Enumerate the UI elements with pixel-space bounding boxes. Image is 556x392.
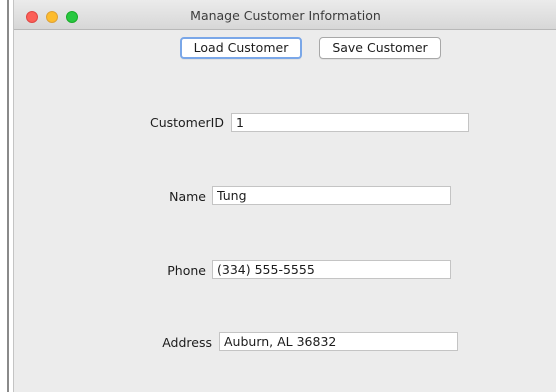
save-customer-button[interactable]: Save Customer [319, 37, 441, 59]
name-input[interactable] [212, 186, 451, 205]
load-customer-button[interactable]: Load Customer [180, 37, 302, 59]
phone-input[interactable] [212, 260, 451, 279]
address-input[interactable] [219, 332, 458, 351]
app-window: Manage Customer Information Load Custome… [13, 0, 556, 392]
left-divider [7, 0, 9, 392]
window-title: Manage Customer Information [190, 8, 381, 23]
customer-id-label: CustomerID [149, 115, 224, 130]
customer-id-input[interactable] [231, 113, 469, 132]
phone-label: Phone [167, 263, 206, 278]
title-bar[interactable]: Manage Customer Information [14, 0, 556, 30]
address-label: Address [162, 335, 212, 350]
name-label: Name [169, 189, 206, 204]
